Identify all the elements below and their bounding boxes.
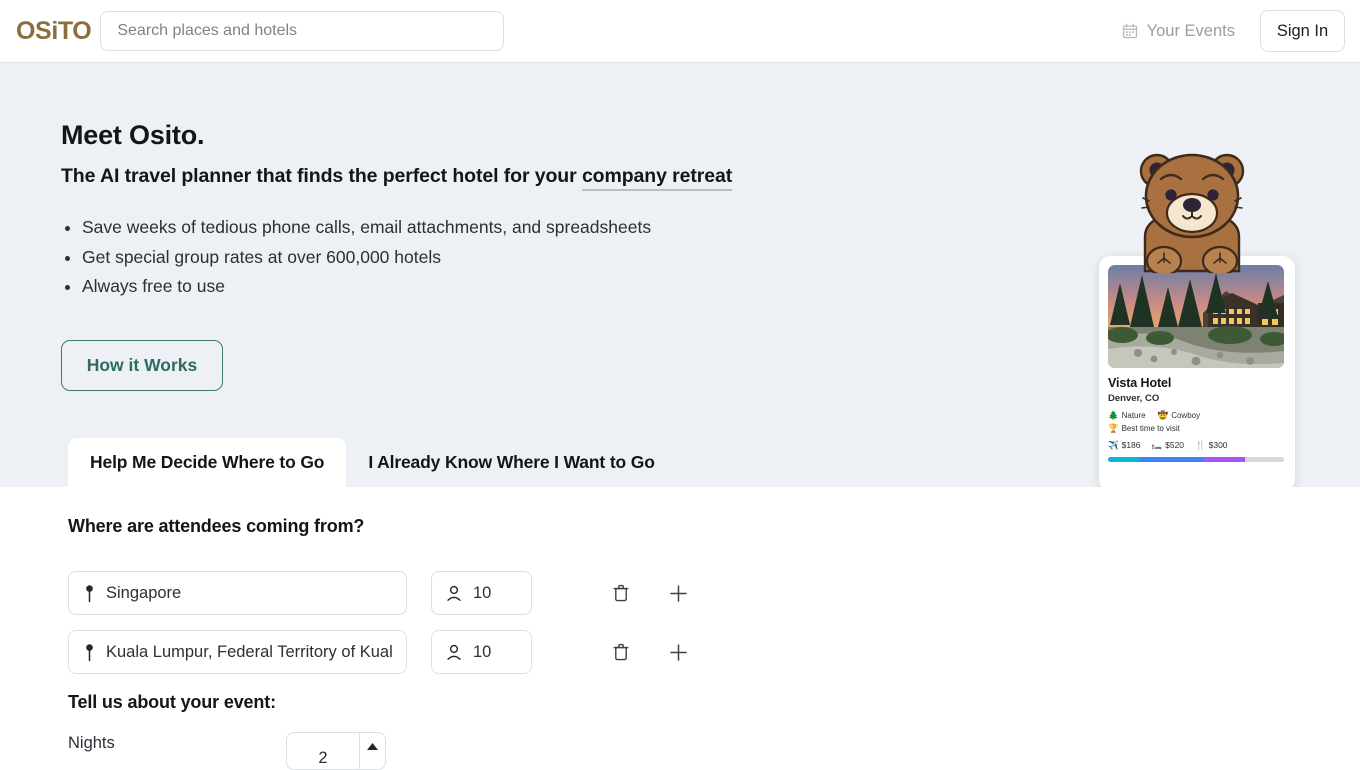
your-events-label: Your Events [1146, 21, 1235, 40]
hotel-tag-label: Cowboy [1171, 411, 1201, 420]
trophy-icon: 🏆 [1108, 423, 1119, 434]
hero-subtitle: The AI travel planner that finds the per… [61, 165, 732, 191]
bed-icon: 🛏️ [1151, 439, 1163, 450]
hotel-price-label: $300 [1208, 440, 1228, 450]
hero-subtitle-text: The AI travel planner that finds the per… [61, 165, 582, 187]
hotel-score-bar [1108, 457, 1284, 462]
list-item: Get special group rates at over 600,000 … [82, 243, 651, 273]
calendar-icon [1122, 23, 1138, 39]
delete-origin-button[interactable] [608, 580, 634, 606]
tree-icon: 🌲 [1108, 410, 1119, 421]
hotel-name: Vista Hotel [1108, 376, 1172, 390]
hotel-tag-label: Best time to visit [1121, 424, 1180, 433]
plus-icon [669, 584, 688, 603]
planner-tabs: Help Me Decide Where to Go I Already Kno… [68, 438, 677, 487]
airplane-icon: ✈️ [1108, 439, 1119, 450]
hotel-photo [1108, 265, 1284, 368]
fork-knife-icon: 🍴 [1195, 439, 1206, 450]
tab-help-me-decide[interactable]: Help Me Decide Where to Go [68, 438, 347, 487]
delete-origin-button[interactable] [608, 639, 634, 665]
nights-stepper[interactable]: 2 [286, 732, 386, 770]
company-retreat-link[interactable]: company retreat [581, 165, 732, 191]
origin-row: Singapore 10 [68, 571, 691, 615]
hotel-price: 🛏️ $520 [1152, 440, 1185, 450]
sign-in-button[interactable]: Sign In [1260, 10, 1345, 52]
search-input[interactable] [101, 12, 504, 50]
caret-up-icon [366, 742, 379, 751]
hero-benefits-list: Save weeks of tedious phone calls, email… [82, 213, 651, 302]
hotel-tags-row-2: 🏆 Best time to visit [1108, 424, 1286, 433]
origin-count-value: 10 [473, 642, 492, 661]
hero-title: Meet Osito. [61, 120, 205, 150]
header-actions: Your Events Sign In [1122, 10, 1345, 52]
score-bar-segment [1139, 457, 1204, 462]
list-item: Always free to use [82, 272, 651, 302]
person-icon [446, 644, 462, 661]
search-box[interactable] [100, 11, 505, 51]
origin-count-input[interactable]: 10 [431, 571, 532, 615]
origin-row: Kuala Lumpur, Federal Territory of Kual … [68, 630, 691, 674]
hotel-tag-label: Nature [1121, 411, 1146, 420]
attendees-question: Where are attendees coming from? [68, 516, 365, 536]
nights-label: Nights [68, 734, 115, 752]
planner-form-panel: Where are attendees coming from? Singapo… [0, 487, 1360, 770]
score-bar-segment [1203, 457, 1246, 462]
hotel-tag: 🤠 Cowboy [1158, 411, 1201, 420]
hotel-tag: 🌲 Nature [1108, 411, 1146, 420]
your-events-link[interactable]: Your Events [1122, 22, 1235, 41]
add-origin-button[interactable] [665, 639, 691, 665]
hotel-tags-row-1: 🌲 Nature 🤠 Cowboy [1108, 411, 1286, 420]
hotel-price: ✈️ $186 [1108, 440, 1141, 450]
origin-count-input[interactable]: 10 [431, 630, 532, 674]
tab-i-already-know[interactable]: I Already Know Where I Want to Go [346, 438, 676, 487]
trash-icon [613, 643, 629, 661]
osito-logo[interactable]: OSiTO [16, 17, 92, 46]
trash-icon [613, 584, 629, 602]
origin-count-value: 10 [473, 583, 492, 602]
plus-icon [669, 643, 688, 662]
hotel-price-label: $186 [1121, 440, 1141, 450]
hotel-price-row: ✈️ $186 🛏️ $520 🍴 $300 [1108, 440, 1286, 450]
origin-city-input[interactable]: Singapore [68, 571, 407, 615]
bear-mascot-icon [1131, 141, 1253, 277]
origin-city-value: Singapore [106, 583, 182, 602]
hotel-location: Denver, CO [1108, 393, 1160, 404]
nights-value[interactable]: 2 [287, 735, 359, 768]
hotel-price: 🍴 $300 [1195, 440, 1228, 450]
map-pin-icon [83, 643, 96, 662]
cowboy-hat-icon: 🤠 [1157, 410, 1169, 421]
score-bar-segment [1108, 457, 1140, 462]
how-it-works-button[interactable]: How it Works [61, 340, 223, 391]
list-item: Save weeks of tedious phone calls, email… [82, 213, 651, 243]
origin-city-input[interactable]: Kuala Lumpur, Federal Territory of Kual [68, 630, 407, 674]
person-icon [446, 585, 462, 602]
hotel-preview-card[interactable]: Vista Hotel Denver, CO 🌲 Nature 🤠 Cowboy… [1099, 256, 1295, 487]
map-pin-icon [83, 584, 96, 603]
app-header: OSiTO Your Events Sign In [0, 0, 1360, 63]
origin-city-value: Kuala Lumpur, Federal Territory of Kual [106, 642, 392, 661]
hotel-tag: 🏆 Best time to visit [1108, 424, 1180, 433]
hotel-price-label: $520 [1165, 440, 1185, 450]
hero-section: Meet Osito. The AI travel planner that f… [0, 63, 1360, 487]
event-question: Tell us about your event: [68, 692, 276, 712]
add-origin-button[interactable] [665, 580, 691, 606]
